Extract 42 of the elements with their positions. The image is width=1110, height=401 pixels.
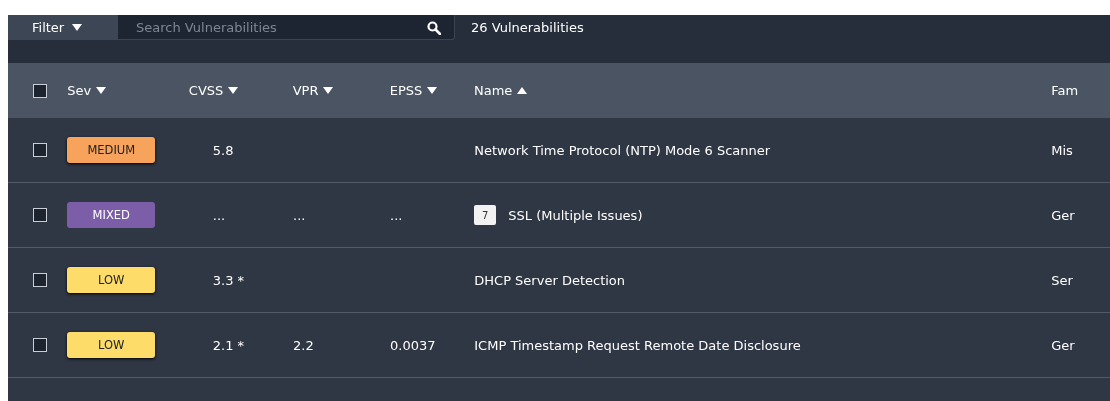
table-cell: 3.3 * <box>212 272 245 288</box>
table-cell: 0.0037 <box>390 337 436 353</box>
folder-icon: 7 <box>474 205 497 225</box>
table-cell: 2.2 <box>293 337 314 353</box>
checkbox[interactable] <box>33 83 47 98</box>
column-header[interactable]: Fam <box>1051 83 1079 98</box>
vulnerability-name[interactable]: DHCP Server Detection <box>474 272 626 288</box>
sort-descending-icon <box>96 87 107 94</box>
sort-descending-icon <box>323 87 334 94</box>
checkbox[interactable] <box>33 143 47 157</box>
checkbox[interactable] <box>33 273 47 287</box>
sort-ascending-icon <box>517 87 528 94</box>
table-cell: Ger <box>1051 207 1075 223</box>
table-cell: 2.1 * <box>212 337 245 353</box>
table-cell: Ger <box>1051 337 1075 353</box>
column-header[interactable]: Sev <box>67 83 107 98</box>
table-cell: Mis <box>1051 142 1073 158</box>
table-cell: 5.8 <box>212 142 234 158</box>
search-icon <box>427 21 441 35</box>
search-field[interactable]: Search Vulnerabilities <box>118 15 455 40</box>
severity-badge: MIXED <box>67 202 156 228</box>
vulnerability-name[interactable]: SSL (Multiple Issues) <box>508 207 643 223</box>
vulnerability-count: 26 Vulnerabilities <box>471 19 584 37</box>
checkbox[interactable] <box>33 208 47 222</box>
caret-icon <box>72 24 83 31</box>
vulnerability-name[interactable]: ICMP Timestamp Request Remote Date Disclosure <box>474 337 801 353</box>
sort-descending-icon <box>228 87 239 94</box>
severity-badge: LOW <box>67 332 156 358</box>
vulnerability-name[interactable]: Network Time Protocol (NTP) Mode 6 Scanner <box>474 142 771 158</box>
table-cell: ... <box>390 207 403 223</box>
table-cell: Ser <box>1051 272 1073 288</box>
column-header[interactable]: CVSS <box>188 83 239 98</box>
column-header[interactable]: Name <box>474 83 528 98</box>
column-header[interactable]: VPR <box>292 83 334 98</box>
table-cell: ... <box>212 207 226 223</box>
severity-badge: LOW <box>67 267 156 293</box>
sort-descending-icon <box>427 87 438 94</box>
severity-badge: MEDIUM <box>67 137 156 163</box>
filter-button[interactable]: Filter <box>8 15 118 40</box>
column-header[interactable]: EPSS <box>389 83 438 98</box>
checkbox[interactable] <box>33 338 47 352</box>
table-cell: ... <box>293 207 306 223</box>
